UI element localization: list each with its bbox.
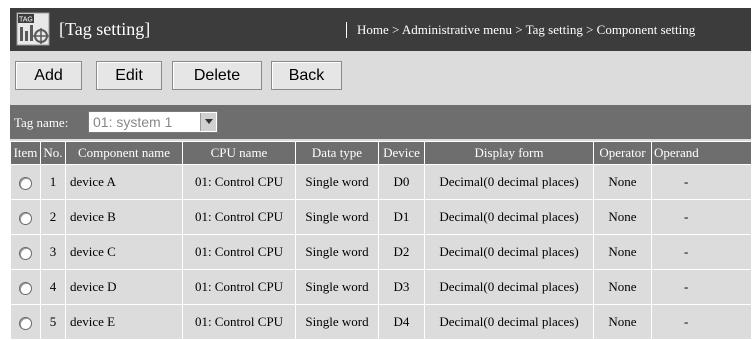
component-name: device A (65, 164, 183, 200)
display-form: Decimal(0 decimal places) (424, 199, 594, 235)
table-row: 2 device B 01: Control CPU Single word D… (10, 199, 751, 235)
device: D0 (378, 164, 425, 200)
column-header-component-name: Component name (65, 141, 183, 165)
row-select-cell[interactable] (10, 234, 41, 270)
column-header-operand: Operand (651, 141, 751, 165)
cpu-name: 01: Control CPU (182, 269, 296, 305)
tag-name-label: Tag name: (14, 115, 69, 130)
row-select-radio[interactable] (19, 176, 32, 190)
row-select-radio[interactable] (19, 316, 32, 330)
row-no: 2 (40, 199, 66, 235)
device: D1 (378, 199, 425, 235)
operator: None (593, 269, 652, 305)
table-header-row: Item No. Component name CPU name Data ty… (10, 141, 751, 165)
device: D2 (378, 234, 425, 270)
display-form: Decimal(0 decimal places) (424, 304, 594, 340)
tag-setting-window: TAG [Tag setting] Home > Administrative … (10, 8, 751, 340)
column-header-item: Item (10, 141, 41, 165)
component-name: device D (65, 269, 183, 305)
operator: None (593, 234, 652, 270)
data-type: Single word (295, 304, 379, 340)
page-title: [Tag setting] (59, 19, 151, 39)
cpu-name: 01: Control CPU (182, 164, 296, 200)
row-no: 1 (40, 164, 66, 200)
data-type: Single word (295, 234, 379, 270)
row-select-radio[interactable] (19, 246, 32, 260)
tag-name-select[interactable]: 01: system 1 (88, 111, 218, 133)
column-header-operator: Operator (593, 141, 652, 165)
row-no: 5 (40, 304, 66, 340)
column-header-device: Device (378, 141, 425, 165)
cpu-name: 01: Control CPU (182, 234, 296, 270)
operator: None (593, 164, 652, 200)
add-button[interactable]: Add (15, 61, 82, 90)
delete-button[interactable]: Delete (172, 61, 262, 90)
column-header-data-type: Data type (295, 141, 379, 165)
data-type: Single word (295, 199, 379, 235)
component-name: device B (65, 199, 183, 235)
operand: - (651, 304, 751, 340)
component-name: device C (65, 234, 183, 270)
row-select-cell[interactable] (10, 164, 41, 200)
component-table: Item No. Component name CPU name Data ty… (10, 141, 751, 340)
display-form: Decimal(0 decimal places) (424, 234, 594, 270)
cpu-name: 01: Control CPU (182, 304, 296, 340)
table-row: 5 device E 01: Control CPU Single word D… (10, 304, 751, 340)
operand: - (651, 234, 751, 270)
table-row: 4 device D 01: Control CPU Single word D… (10, 269, 751, 305)
chevron-down-icon[interactable] (200, 113, 216, 131)
table-row: 1 device A 01: Control CPU Single word D… (10, 164, 751, 200)
row-select-cell[interactable] (10, 269, 41, 305)
edit-button[interactable]: Edit (96, 61, 162, 90)
back-button[interactable]: Back (271, 61, 342, 90)
display-form: Decimal(0 decimal places) (424, 269, 594, 305)
operand: - (651, 199, 751, 235)
column-header-cpu-name: CPU name (182, 141, 296, 165)
device: D4 (378, 304, 425, 340)
title-bar: TAG [Tag setting] Home > Administrative … (10, 8, 751, 51)
tag-filter-bar: Tag name: 01: system 1 (10, 105, 751, 139)
data-type: Single word (295, 269, 379, 305)
row-select-radio[interactable] (19, 281, 32, 295)
row-select-cell[interactable] (10, 199, 41, 235)
data-type: Single word (295, 164, 379, 200)
row-no: 4 (40, 269, 66, 305)
display-form: Decimal(0 decimal places) (424, 164, 594, 200)
row-select-cell[interactable] (10, 304, 41, 340)
tag-setting-icon: TAG (16, 12, 50, 46)
column-header-no: No. (40, 141, 66, 165)
row-select-radio[interactable] (19, 211, 32, 225)
device: D3 (378, 269, 425, 305)
operand: - (651, 164, 751, 200)
breadcrumb: Home > Administrative menu > Tag setting… (346, 22, 695, 38)
tag-name-value: 01: system 1 (93, 114, 173, 130)
column-header-display-form: Display form (424, 141, 594, 165)
table-row: 3 device C 01: Control CPU Single word D… (10, 234, 751, 270)
toolbar: Add Edit Delete Back (10, 51, 751, 98)
cpu-name: 01: Control CPU (182, 199, 296, 235)
operator: None (593, 199, 652, 235)
component-name: device E (65, 304, 183, 340)
operand: - (651, 269, 751, 305)
operator: None (593, 304, 652, 340)
svg-text:TAG: TAG (19, 17, 33, 24)
row-no: 3 (40, 234, 66, 270)
